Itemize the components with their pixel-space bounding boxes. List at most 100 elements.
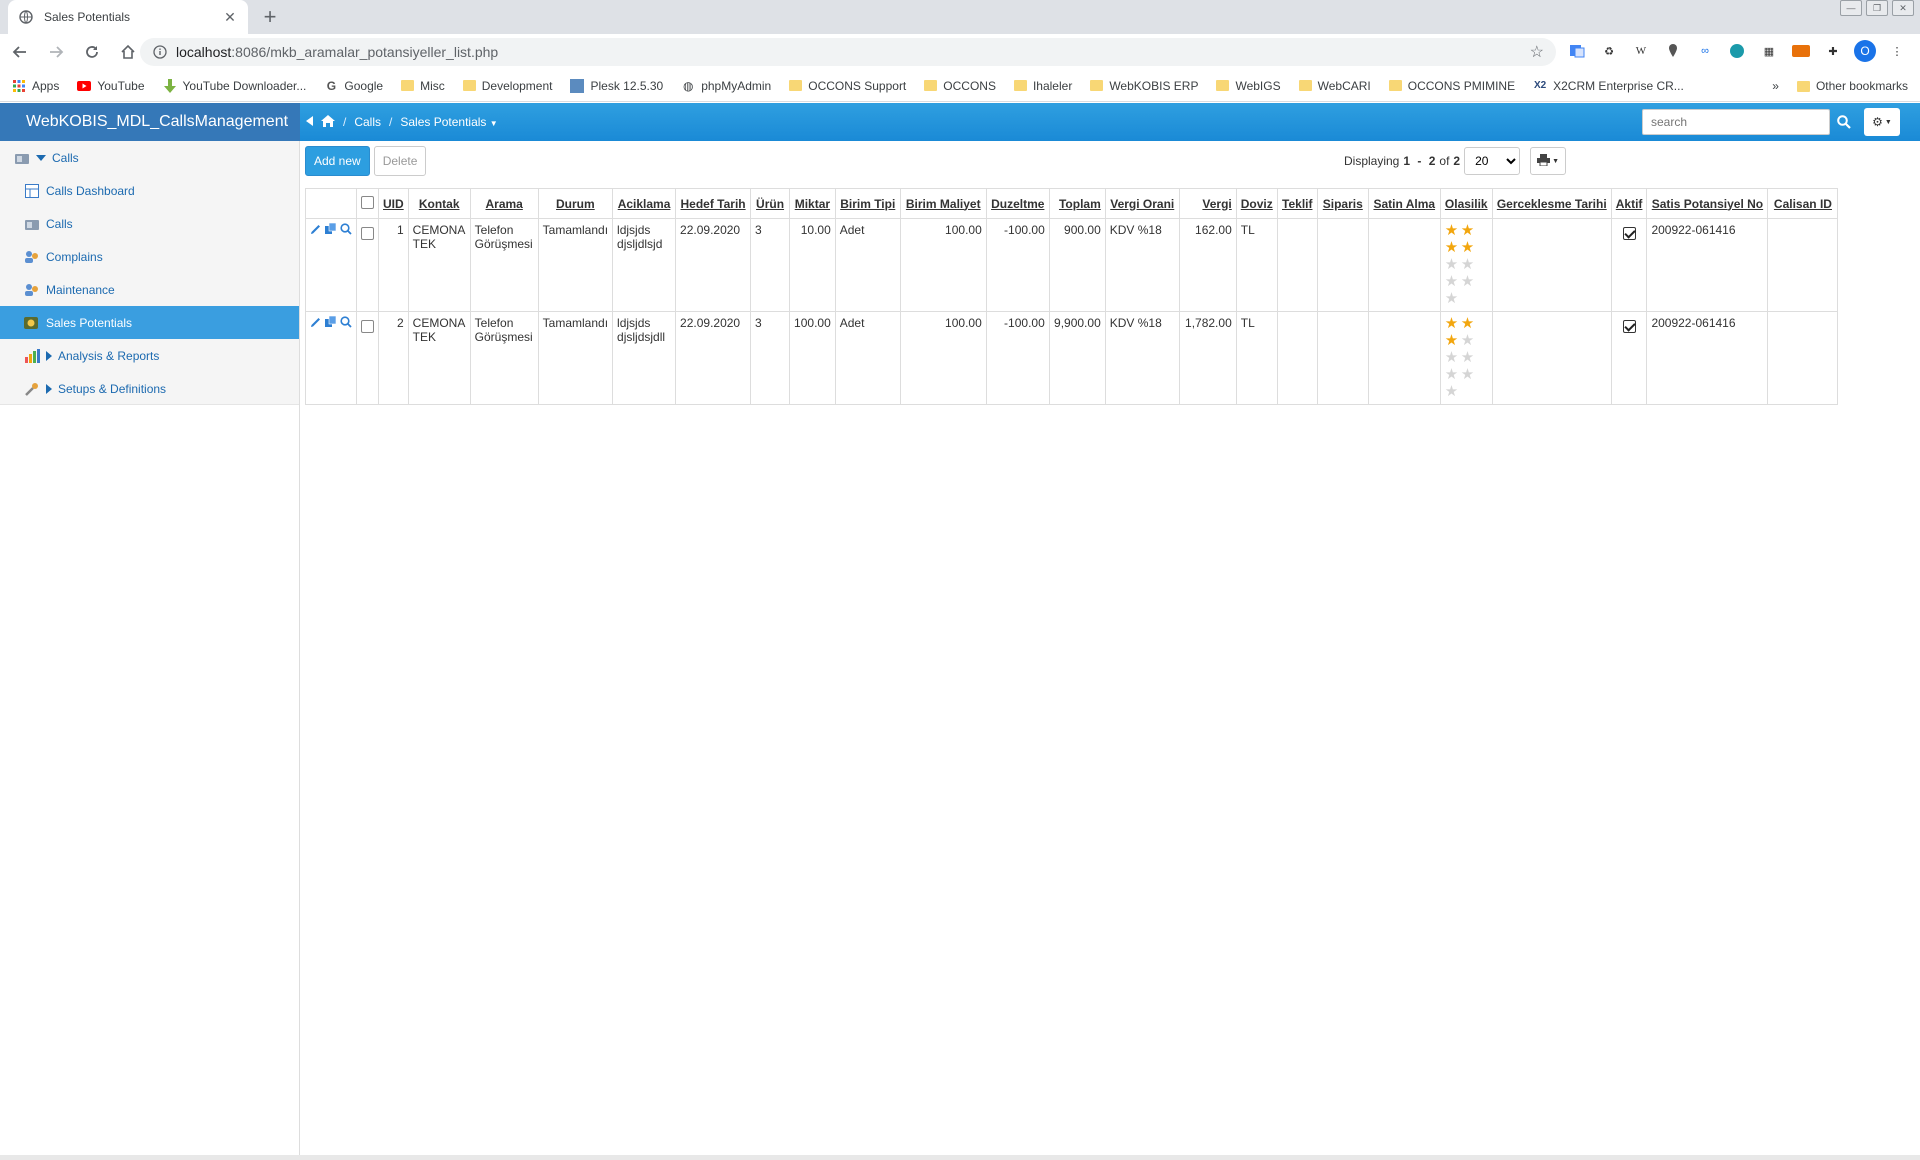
more-bookmarks-chevron[interactable]: »: [1772, 79, 1779, 93]
home-icon[interactable]: [321, 114, 335, 130]
menu-dots-icon[interactable]: ⋮: [1886, 40, 1908, 62]
restore-icon[interactable]: ❐: [1866, 0, 1888, 16]
col-header[interactable]: Kontak: [407, 188, 471, 219]
sidebar-item-setups-definitions[interactable]: Setups & Definitions: [0, 372, 299, 405]
star-icon[interactable]: ★: [1445, 274, 1461, 290]
forward-arrow-icon[interactable]: [40, 36, 72, 68]
col-header[interactable]: Calisan ID: [1767, 188, 1839, 219]
col-header[interactable]: Birim Tipi: [834, 188, 901, 219]
bookmark-development[interactable]: Development: [462, 79, 552, 93]
star-icon[interactable]: ★: [1445, 333, 1461, 349]
app-brand[interactable]: WebKOBIS_MDL_CallsManagement: [0, 103, 300, 141]
rating-stars[interactable]: ★★★★★★★★★★: [1445, 316, 1479, 400]
face-icon[interactable]: [1726, 40, 1748, 62]
delete-button[interactable]: Delete: [373, 146, 427, 176]
table-row[interactable]: 2 CEMONA TEK Telefon Görüşmesi Tamamland…: [305, 311, 1839, 405]
star-icon[interactable]: ★: [1445, 223, 1461, 239]
edit-pencil-icon[interactable]: [310, 316, 322, 331]
star-icon[interactable]: ★: [1445, 367, 1461, 383]
bookmark-occons-support[interactable]: OCCONS Support: [789, 79, 906, 93]
bookmark-webigs[interactable]: WebIGS: [1216, 79, 1281, 93]
copy-icon[interactable]: [325, 315, 337, 331]
print-button[interactable]: ▼: [1530, 147, 1567, 175]
star-icon[interactable]: ★: [1445, 384, 1461, 400]
col-header[interactable]: Olasilik: [1439, 188, 1493, 219]
bookmark-webkobis-erp[interactable]: WebKOBIS ERP: [1090, 79, 1198, 93]
back-arrow-icon[interactable]: [4, 36, 36, 68]
bookmark-youtube[interactable]: YouTube: [77, 79, 145, 93]
col-header[interactable]: Satin Alma: [1367, 188, 1441, 219]
search-input[interactable]: [1642, 109, 1830, 135]
star-icon[interactable]: ★: [1445, 257, 1461, 273]
breadcrumb-sales-potentials[interactable]: Sales Potentials ▼: [400, 115, 497, 129]
table-row[interactable]: 1 CEMONA TEK Telefon Görüşmesi Tamamland…: [305, 218, 1839, 312]
aktif-checkbox[interactable]: [1622, 320, 1636, 333]
bookmark-apps[interactable]: Apps: [12, 79, 59, 93]
col-header[interactable]: Birim Maliyet: [899, 188, 987, 219]
add-new-button[interactable]: Add new: [305, 146, 370, 176]
sidebar-item-calls-group[interactable]: Calls: [0, 141, 299, 174]
col-header[interactable]: Teklif: [1276, 188, 1318, 219]
search-icon[interactable]: [1832, 109, 1856, 135]
col-header[interactable]: Vergi Orani: [1104, 188, 1180, 219]
col-header[interactable]: Miktar: [789, 188, 836, 219]
select-all-checkbox[interactable]: [361, 195, 374, 209]
info-icon[interactable]: [152, 44, 168, 60]
bookmark-youtube-downloader[interactable]: YouTube Downloader...: [163, 78, 306, 93]
bookmark-google[interactable]: G Google: [324, 79, 383, 93]
sidebar-item-sales-potentials[interactable]: Sales Potentials: [0, 306, 299, 339]
row-checkbox[interactable]: [361, 320, 374, 333]
col-header[interactable]: Aciklama: [612, 188, 677, 219]
col-header[interactable]: Toplam: [1048, 188, 1106, 219]
star-icon[interactable]: ★: [1461, 274, 1477, 290]
bookmark-webcari[interactable]: WebCARI: [1298, 79, 1371, 93]
bookmark-x2crm[interactable]: X2 X2CRM Enterprise CR...: [1533, 79, 1684, 93]
sidebar-item-calls[interactable]: Calls: [0, 207, 299, 240]
col-header[interactable]: Siparis: [1316, 188, 1369, 219]
bookmark-ihaleler[interactable]: Ihaleler: [1013, 79, 1072, 93]
settings-button[interactable]: ⚙ ▼: [1864, 108, 1900, 136]
minimize-icon[interactable]: —: [1840, 0, 1862, 16]
col-header[interactable]: Aktif: [1610, 188, 1648, 219]
sidebar-item-calls-dashboard[interactable]: Calls Dashboard: [0, 174, 299, 207]
col-header[interactable]: UID: [378, 188, 409, 219]
loop-icon[interactable]: ∞: [1694, 40, 1716, 62]
star-icon[interactable]: ★: [1461, 316, 1477, 332]
wikipedia-icon[interactable]: W: [1630, 40, 1652, 62]
copy-icon[interactable]: [325, 222, 337, 238]
col-header[interactable]: Arama: [469, 188, 539, 219]
bookmark-occons[interactable]: OCCONS: [924, 79, 996, 93]
edit-pencil-icon[interactable]: [310, 223, 322, 238]
star-icon[interactable]: ★: [1461, 240, 1477, 256]
star-icon[interactable]: ★: [1461, 223, 1477, 239]
col-header[interactable]: Durum: [537, 188, 614, 219]
bookmark-phpmyadmin[interactable]: ◍ phpMyAdmin: [681, 79, 771, 93]
page-size-select[interactable]: 20: [1464, 147, 1521, 175]
pin-icon[interactable]: [1662, 40, 1684, 62]
caret-left-icon[interactable]: [306, 115, 313, 129]
recycle-icon[interactable]: ♻: [1598, 40, 1620, 62]
aktif-checkbox[interactable]: [1622, 227, 1636, 240]
row-checkbox[interactable]: [361, 227, 374, 240]
translate-icon[interactable]: [1566, 40, 1588, 62]
grid-ext-icon[interactable]: ▦: [1758, 40, 1780, 62]
bookmark-star-icon[interactable]: ☆: [1530, 42, 1544, 62]
col-header[interactable]: Doviz: [1235, 188, 1278, 219]
col-header[interactable]: Duzeltme: [985, 188, 1050, 219]
star-icon[interactable]: ★: [1445, 316, 1461, 332]
browser-tab[interactable]: Sales Potentials ✕: [8, 0, 248, 34]
rating-stars[interactable]: ★★★★★★★★★★: [1445, 223, 1479, 307]
star-icon[interactable]: ★: [1445, 240, 1461, 256]
badge-ext-icon[interactable]: [1790, 40, 1812, 62]
breadcrumb-calls[interactable]: Calls: [354, 115, 381, 129]
sidebar-item-analysis-reports[interactable]: Analysis & Reports: [0, 339, 299, 372]
sidebar-item-complains[interactable]: Complains: [0, 240, 299, 273]
bookmark-plesk[interactable]: Plesk 12.5.30: [570, 78, 663, 93]
star-icon[interactable]: ★: [1461, 333, 1477, 349]
reload-icon[interactable]: [76, 36, 108, 68]
col-header[interactable]: Ürün: [750, 188, 791, 219]
puzzle-icon[interactable]: ✚: [1822, 40, 1844, 62]
bookmark-misc[interactable]: Misc: [401, 79, 445, 93]
star-icon[interactable]: ★: [1461, 257, 1477, 273]
view-magnifier-icon[interactable]: [340, 223, 352, 238]
